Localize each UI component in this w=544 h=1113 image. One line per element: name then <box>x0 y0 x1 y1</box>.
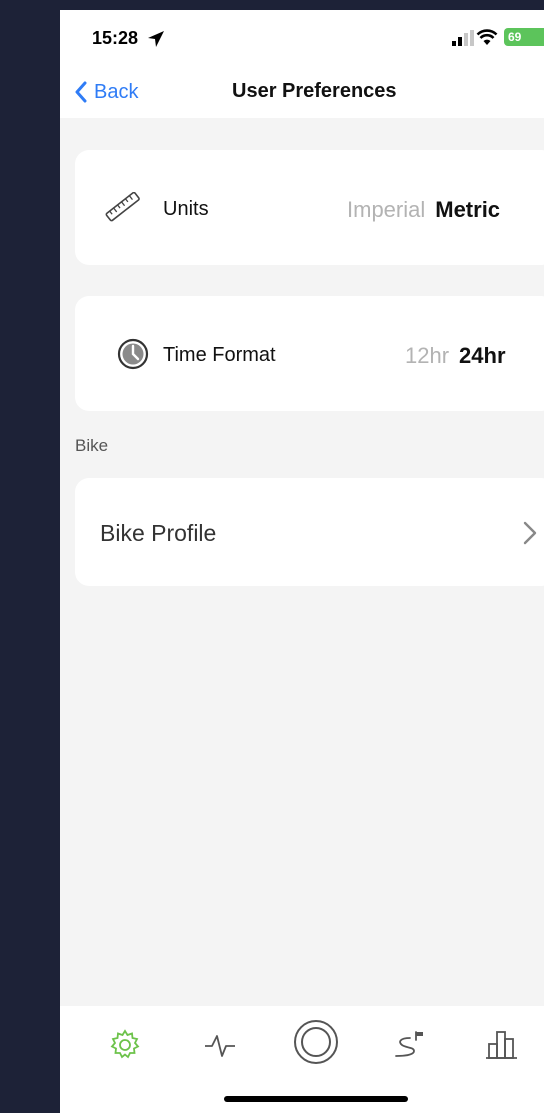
tab-stats[interactable] <box>484 1028 520 1062</box>
activity-icon <box>205 1035 235 1057</box>
chevron-left-icon <box>75 81 87 103</box>
page-title: User Preferences <box>232 80 397 102</box>
cellular-signal-icon <box>452 30 474 46</box>
battery-icon: 69 <box>504 28 544 46</box>
back-button[interactable]: Back <box>74 78 138 106</box>
stats-icon <box>486 1031 517 1059</box>
tab-settings[interactable] <box>108 1028 142 1062</box>
tab-record[interactable] <box>292 1018 340 1066</box>
gear-icon <box>110 1029 140 1059</box>
tab-activity[interactable] <box>202 1028 238 1062</box>
record-icon <box>294 1020 338 1064</box>
route-icon <box>395 1031 423 1057</box>
units-label: Units <box>163 198 209 220</box>
home-indicator <box>224 1096 408 1102</box>
chevron-right-icon <box>523 521 537 545</box>
time-format-label: Time Format <box>163 344 276 366</box>
time-format-option-24hr[interactable]: 24hr <box>459 343 505 368</box>
units-option-imperial[interactable]: Imperial <box>347 197 425 222</box>
back-label: Back <box>94 80 139 103</box>
units-option-metric[interactable]: Metric <box>435 197 500 222</box>
bike-profile-label: Bike Profile <box>100 520 217 546</box>
bike-section-title: Bike <box>75 436 109 455</box>
status-time: 15:28 <box>92 28 139 48</box>
tab-route[interactable] <box>390 1028 430 1062</box>
time-format-segmented-control: 12hr 24hr <box>405 343 506 369</box>
clock-icon <box>117 338 149 370</box>
time-format-option-12hr[interactable]: 12hr <box>405 343 449 368</box>
phone-screen: 15:28 69 Back User Preferences Units Imp… <box>60 10 544 1113</box>
ruler-icon <box>105 192 140 222</box>
units-card: Units Imperial Metric <box>75 150 544 265</box>
time-format-card: Time Format 12hr 24hr <box>75 296 544 411</box>
top-bar: 15:28 69 Back User Preferences <box>60 10 544 118</box>
wifi-icon <box>476 29 498 45</box>
location-arrow-icon <box>148 31 164 47</box>
units-segmented-control: Imperial Metric <box>347 197 500 223</box>
